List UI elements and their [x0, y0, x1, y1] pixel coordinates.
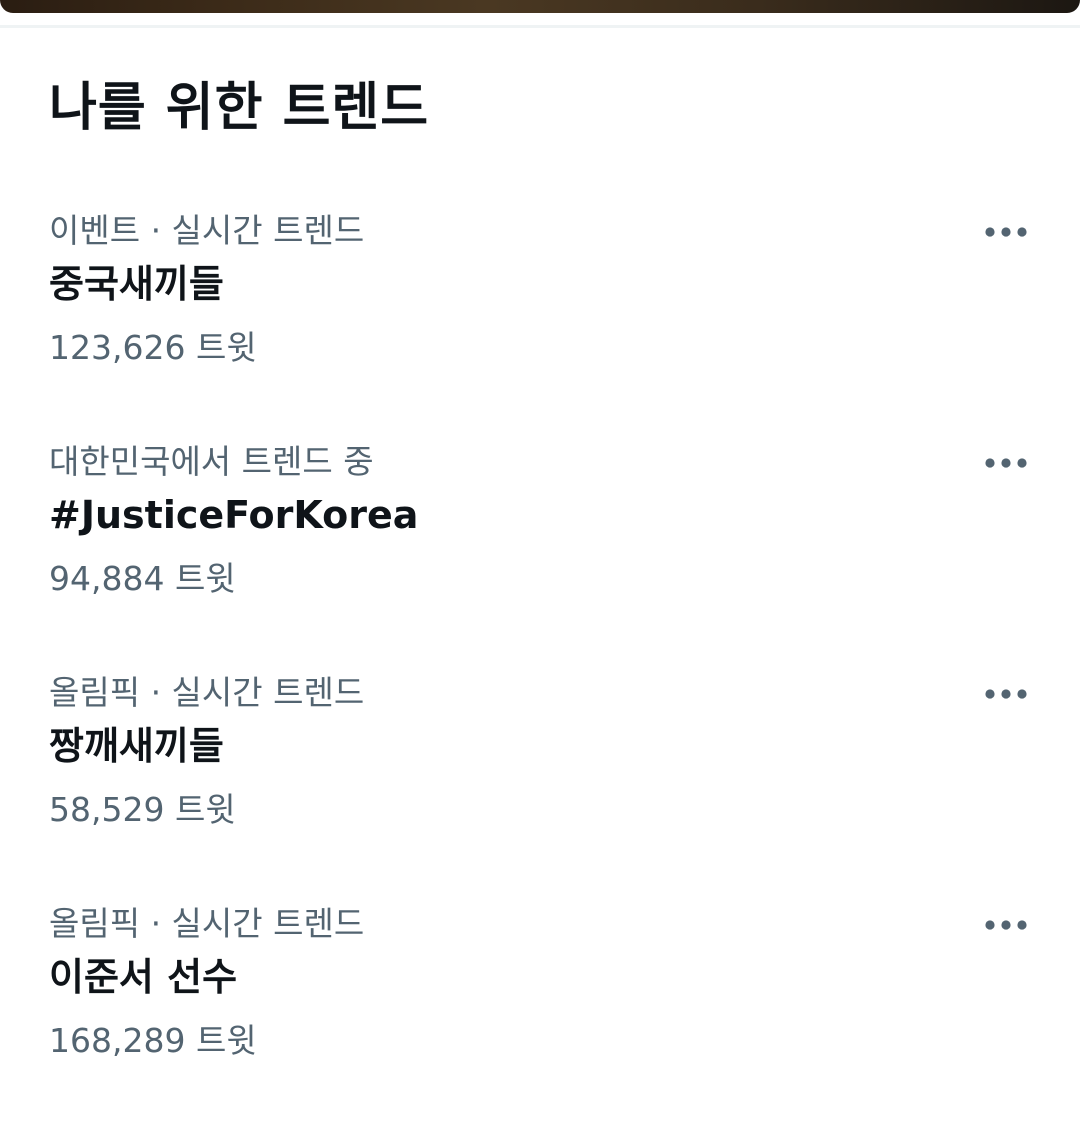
trend-context: 대한민국에서 트렌드 중	[49, 442, 374, 481]
more-options-button[interactable]	[974, 443, 1038, 483]
more-horizontal-icon	[985, 920, 1027, 930]
trend-context: 올림픽 · 실시간 트렌드	[49, 673, 365, 712]
trend-item[interactable]: 이벤트 · 실시간 트렌드 중국새끼들 123,626 트윗	[0, 208, 1080, 408]
more-options-button[interactable]	[974, 674, 1038, 714]
trend-tweet-count: 168,289 트윗	[49, 1021, 257, 1060]
more-horizontal-icon	[985, 227, 1027, 237]
trend-item[interactable]: 대한민국에서 트렌드 중 #JusticeForKorea 94,884 트윗	[0, 439, 1080, 639]
trend-tweet-count: 58,529 트윗	[49, 790, 236, 829]
section-title: 나를 위한 트렌드	[49, 78, 430, 138]
trend-name: 이준서 선수	[49, 955, 238, 999]
trend-tweet-count: 94,884 트윗	[49, 559, 236, 598]
trend-item[interactable]: 올림픽 · 실시간 트렌드 이준서 선수 168,289 트윗	[0, 901, 1080, 1101]
more-options-button[interactable]	[974, 905, 1038, 945]
more-horizontal-icon	[985, 689, 1027, 699]
media-banner-edge	[0, 0, 1080, 13]
trend-item[interactable]: 올림픽 · 실시간 트렌드 짱깨새끼들 58,529 트윗	[0, 670, 1080, 870]
more-horizontal-icon	[985, 458, 1027, 468]
trend-name: 중국새끼들	[49, 262, 224, 306]
more-options-button[interactable]	[974, 212, 1038, 252]
trend-name: 짱깨새끼들	[49, 724, 224, 768]
trend-context: 이벤트 · 실시간 트렌드	[49, 211, 365, 250]
section-divider	[0, 25, 1080, 28]
trend-context: 올림픽 · 실시간 트렌드	[49, 904, 365, 943]
trend-tweet-count: 123,626 트윗	[49, 328, 257, 367]
trend-name: #JusticeForKorea	[49, 493, 419, 537]
